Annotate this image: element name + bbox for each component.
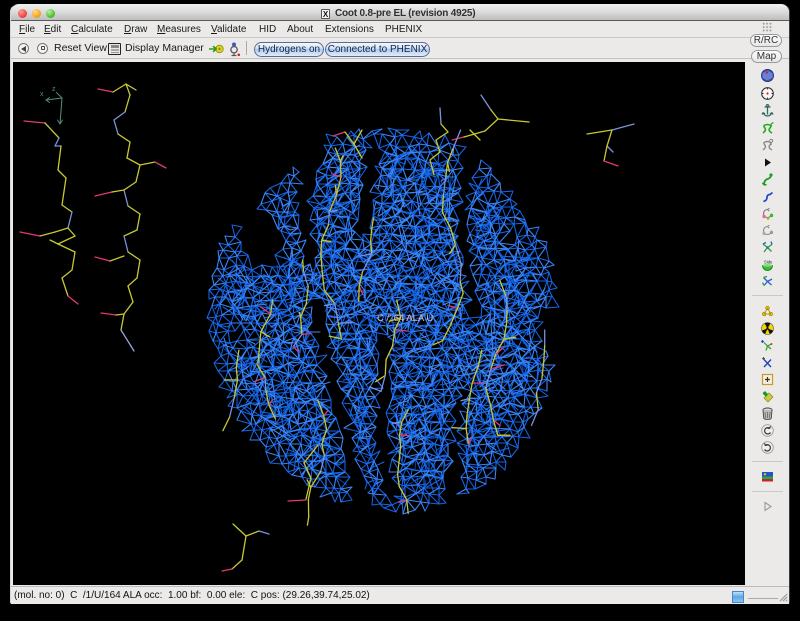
svg-text:x: x — [40, 91, 44, 98]
svg-text:z: z — [52, 86, 56, 93]
svg-text:C /' 64 ALA U: C /' 64 ALA U — [377, 313, 433, 324]
svg-text:Side: Side — [764, 260, 773, 265]
svg-text:?: ? — [769, 138, 774, 147]
